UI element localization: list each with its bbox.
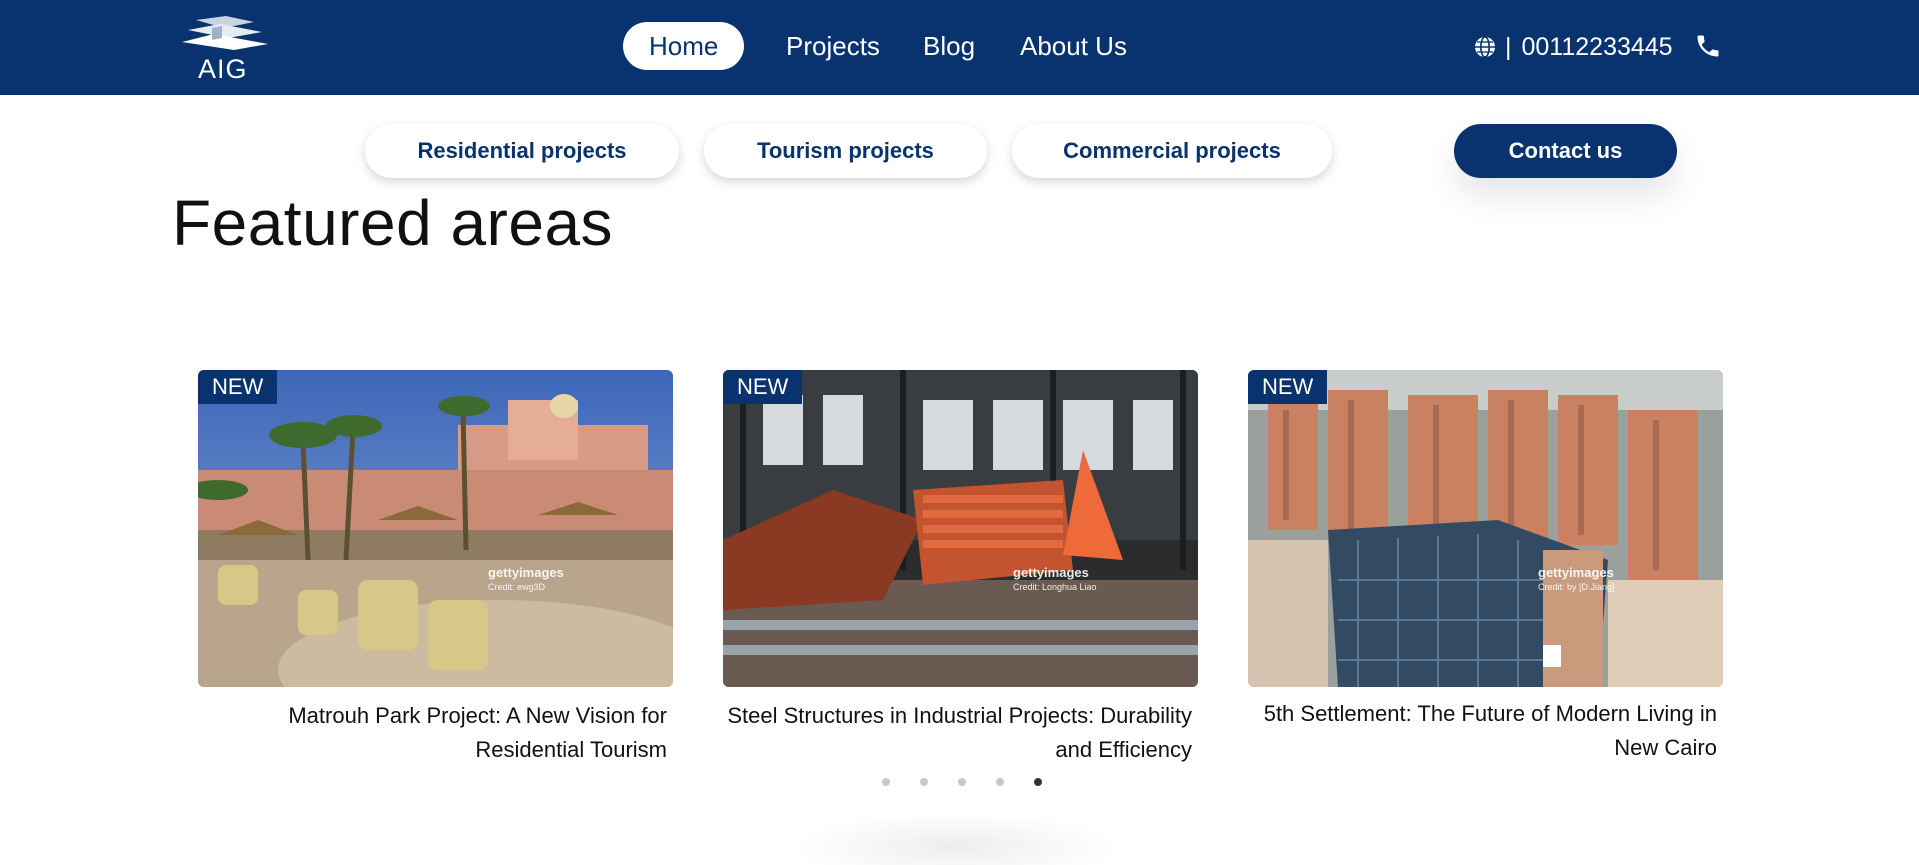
new-badge: NEW bbox=[723, 370, 803, 404]
project-card[interactable]: NEW gettyimages Credit: by [D.Jiang] 5th… bbox=[1248, 370, 1723, 765]
phone-icon[interactable] bbox=[1694, 32, 1722, 60]
carousel-dot[interactable] bbox=[882, 778, 890, 786]
nav-about-us[interactable]: About Us bbox=[1020, 22, 1127, 70]
project-card[interactable]: NEW gettyimages Credit: Longhua Liao Ste… bbox=[723, 370, 1198, 767]
logo-icon bbox=[182, 16, 268, 50]
decorative-shadow bbox=[790, 812, 1120, 865]
nav-projects[interactable]: Projects bbox=[786, 22, 880, 70]
header-separator: | bbox=[1505, 32, 1512, 61]
new-badge: NEW bbox=[198, 370, 278, 404]
category-tourism-projects[interactable]: Tourism projects bbox=[704, 124, 987, 178]
project-card-title[interactable]: Steel Structures in Industrial Projects:… bbox=[723, 699, 1198, 767]
new-badge: NEW bbox=[1248, 370, 1328, 404]
watermark-credit: Credit: ewg3D bbox=[488, 582, 546, 592]
project-image[interactable]: NEW gettyimages Credit: Longhua Liao bbox=[723, 370, 1198, 687]
project-card[interactable]: NEW gettyimages Credit: ewg3D Matrouh Pa… bbox=[198, 370, 673, 767]
category-residential-projects[interactable]: Residential projects bbox=[365, 124, 679, 178]
project-card-title[interactable]: 5th Settlement: The Future of Modern Liv… bbox=[1248, 697, 1723, 765]
header-contact-info: | 00112233445 bbox=[1473, 27, 1673, 67]
project-card-title[interactable]: Matrouh Park Project: A New Vision for R… bbox=[198, 699, 673, 767]
carousel-dot-active[interactable] bbox=[1034, 778, 1042, 786]
category-commercial-projects[interactable]: Commercial projects bbox=[1012, 124, 1332, 178]
site-header: AIG Home Projects Blog About Us | 001122… bbox=[0, 0, 1919, 95]
globe-icon[interactable] bbox=[1473, 35, 1497, 59]
header-phone-number[interactable]: 00112233445 bbox=[1522, 33, 1673, 62]
project-image[interactable]: NEW gettyimages Credit: by [D.Jiang] bbox=[1248, 370, 1723, 687]
carousel-dot[interactable] bbox=[996, 778, 1004, 786]
watermark-brand: gettyimages bbox=[488, 565, 564, 580]
nav-home[interactable]: Home bbox=[623, 22, 745, 70]
section-title: Featured areas bbox=[172, 187, 614, 259]
logo[interactable]: AIG bbox=[178, 14, 272, 84]
watermark-credit: Credit: Longhua Liao bbox=[1013, 582, 1097, 592]
image-watermark: gettyimages Credit: ewg3D bbox=[488, 566, 564, 594]
project-image[interactable]: NEW gettyimages Credit: ewg3D bbox=[198, 370, 673, 687]
logo-text: AIG bbox=[198, 54, 248, 84]
watermark-brand: gettyimages bbox=[1013, 565, 1089, 580]
contact-us-button[interactable]: Contact us bbox=[1454, 124, 1677, 178]
image-watermark: gettyimages Credit: by [D.Jiang] bbox=[1538, 566, 1615, 594]
carousel-dot[interactable] bbox=[920, 778, 928, 786]
nav-blog[interactable]: Blog bbox=[923, 22, 975, 70]
carousel-dots bbox=[882, 778, 1042, 786]
watermark-brand: gettyimages bbox=[1538, 565, 1614, 580]
watermark-credit: Credit: by [D.Jiang] bbox=[1538, 582, 1615, 592]
image-watermark: gettyimages Credit: Longhua Liao bbox=[1013, 566, 1097, 594]
carousel-dot[interactable] bbox=[958, 778, 966, 786]
